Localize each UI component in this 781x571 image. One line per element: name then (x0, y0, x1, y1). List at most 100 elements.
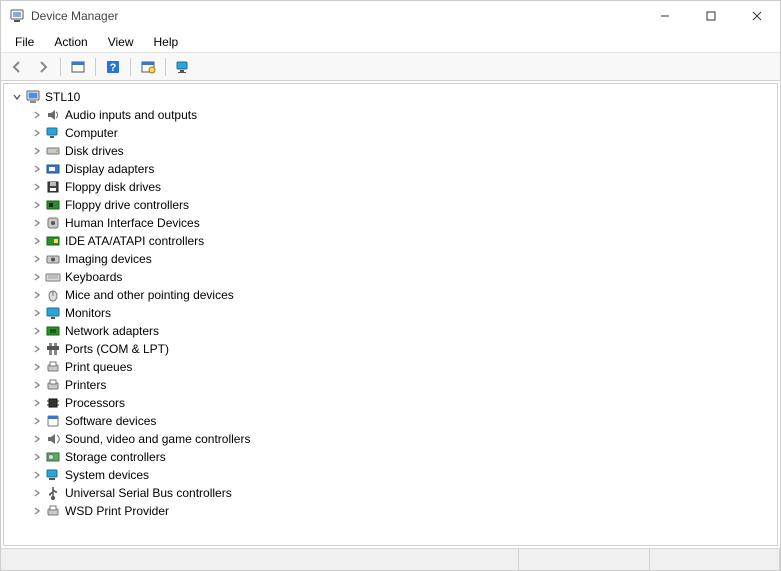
menu-file[interactable]: File (5, 33, 44, 51)
ide-icon (45, 233, 61, 249)
tree-category[interactable]: Disk drives (6, 142, 775, 160)
tree-category-label: Universal Serial Bus controllers (65, 486, 232, 500)
app-icon (9, 8, 25, 24)
disk-icon (45, 143, 61, 159)
chevron-right-icon[interactable] (30, 432, 44, 446)
chevron-right-icon[interactable] (30, 468, 44, 482)
tree-category[interactable]: Keyboards (6, 268, 775, 286)
chevron-right-icon[interactable] (30, 324, 44, 338)
titlebar: Device Manager (1, 1, 780, 31)
tree-category-label: Sound, video and game controllers (65, 432, 250, 446)
tree-category[interactable]: Print queues (6, 358, 775, 376)
tree-category[interactable]: Floppy disk drives (6, 178, 775, 196)
tree-category[interactable]: Software devices (6, 412, 775, 430)
tree-category[interactable]: Computer (6, 124, 775, 142)
tree-category[interactable]: Universal Serial Bus controllers (6, 484, 775, 502)
device-tree-container[interactable]: STL10 Audio inputs and outputsComputerDi… (3, 83, 778, 546)
minimize-button[interactable] (642, 1, 688, 31)
status-segment (1, 549, 519, 570)
back-button[interactable] (5, 56, 29, 78)
computer-icon (45, 125, 61, 141)
show-hidden-button[interactable] (66, 56, 90, 78)
printer-icon (45, 377, 61, 393)
chevron-right-icon[interactable] (30, 414, 44, 428)
close-button[interactable] (734, 1, 780, 31)
chevron-right-icon[interactable] (30, 342, 44, 356)
tree-category[interactable]: Imaging devices (6, 250, 775, 268)
chevron-right-icon[interactable] (30, 198, 44, 212)
chevron-right-icon[interactable] (30, 108, 44, 122)
tree-category-label: Keyboards (65, 270, 122, 284)
forward-button[interactable] (31, 56, 55, 78)
tree-category[interactable]: Floppy drive controllers (6, 196, 775, 214)
computer-root-icon (25, 89, 41, 105)
chevron-down-icon[interactable] (10, 90, 24, 104)
system-icon (45, 467, 61, 483)
usb-icon (45, 485, 61, 501)
chevron-right-icon[interactable] (30, 378, 44, 392)
chevron-right-icon[interactable] (30, 234, 44, 248)
tree-category[interactable]: Storage controllers (6, 448, 775, 466)
chevron-right-icon[interactable] (30, 450, 44, 464)
keyboard-icon (45, 269, 61, 285)
tree-category-label: Software devices (65, 414, 156, 428)
tree-root-label: STL10 (45, 90, 80, 104)
chevron-right-icon[interactable] (30, 144, 44, 158)
tree-category[interactable]: Printers (6, 376, 775, 394)
tree-root[interactable]: STL10 (6, 88, 775, 106)
menu-view[interactable]: View (98, 33, 144, 51)
chevron-right-icon[interactable] (30, 252, 44, 266)
svg-text:?: ? (110, 62, 117, 74)
tree-category[interactable]: Monitors (6, 304, 775, 322)
tree-category-label: Storage controllers (65, 450, 166, 464)
tree-category[interactable]: Human Interface Devices (6, 214, 775, 232)
tree-category-label: Print queues (65, 360, 132, 374)
tree-category-label: Monitors (65, 306, 111, 320)
menu-help[interactable]: Help (144, 33, 189, 51)
tree-category[interactable]: Network adapters (6, 322, 775, 340)
floppy-controller-icon (45, 197, 61, 213)
tree-category-label: Mice and other pointing devices (65, 288, 234, 302)
tree-category[interactable]: Audio inputs and outputs (6, 106, 775, 124)
processor-icon (45, 395, 61, 411)
display-adapter-icon (45, 161, 61, 177)
toolbar-separator (95, 58, 96, 76)
help-button[interactable]: ? (101, 56, 125, 78)
audio-icon (45, 107, 61, 123)
menubar: File Action View Help (1, 31, 780, 53)
tree-category[interactable]: WSD Print Provider (6, 502, 775, 520)
statusbar (1, 548, 780, 570)
network-icon (45, 323, 61, 339)
window-title: Device Manager (31, 9, 118, 23)
tree-category[interactable]: Display adapters (6, 160, 775, 178)
tree-category[interactable]: System devices (6, 466, 775, 484)
chevron-right-icon[interactable] (30, 306, 44, 320)
chevron-right-icon[interactable] (30, 504, 44, 518)
print-queue-icon (45, 359, 61, 375)
chevron-right-icon[interactable] (30, 486, 44, 500)
devices-button[interactable] (171, 56, 195, 78)
tree-category[interactable]: Sound, video and game controllers (6, 430, 775, 448)
scan-hardware-button[interactable] (136, 56, 160, 78)
toolbar-separator (165, 58, 166, 76)
toolbar: ? (1, 53, 780, 81)
maximize-button[interactable] (688, 1, 734, 31)
tree-category-label: Network adapters (65, 324, 159, 338)
chevron-right-icon[interactable] (30, 162, 44, 176)
tree-category[interactable]: IDE ATA/ATAPI controllers (6, 232, 775, 250)
tree-category[interactable]: Processors (6, 394, 775, 412)
tree-category-label: Audio inputs and outputs (65, 108, 197, 122)
tree-category-label: Display adapters (65, 162, 154, 176)
chevron-right-icon[interactable] (30, 360, 44, 374)
tree-category[interactable]: Mice and other pointing devices (6, 286, 775, 304)
tree-category[interactable]: Ports (COM & LPT) (6, 340, 775, 358)
chevron-right-icon[interactable] (30, 288, 44, 302)
chevron-right-icon[interactable] (30, 396, 44, 410)
software-icon (45, 413, 61, 429)
chevron-right-icon[interactable] (30, 270, 44, 284)
tree-category-label: Imaging devices (65, 252, 152, 266)
chevron-right-icon[interactable] (30, 216, 44, 230)
chevron-right-icon[interactable] (30, 180, 44, 194)
chevron-right-icon[interactable] (30, 126, 44, 140)
menu-action[interactable]: Action (44, 33, 97, 51)
